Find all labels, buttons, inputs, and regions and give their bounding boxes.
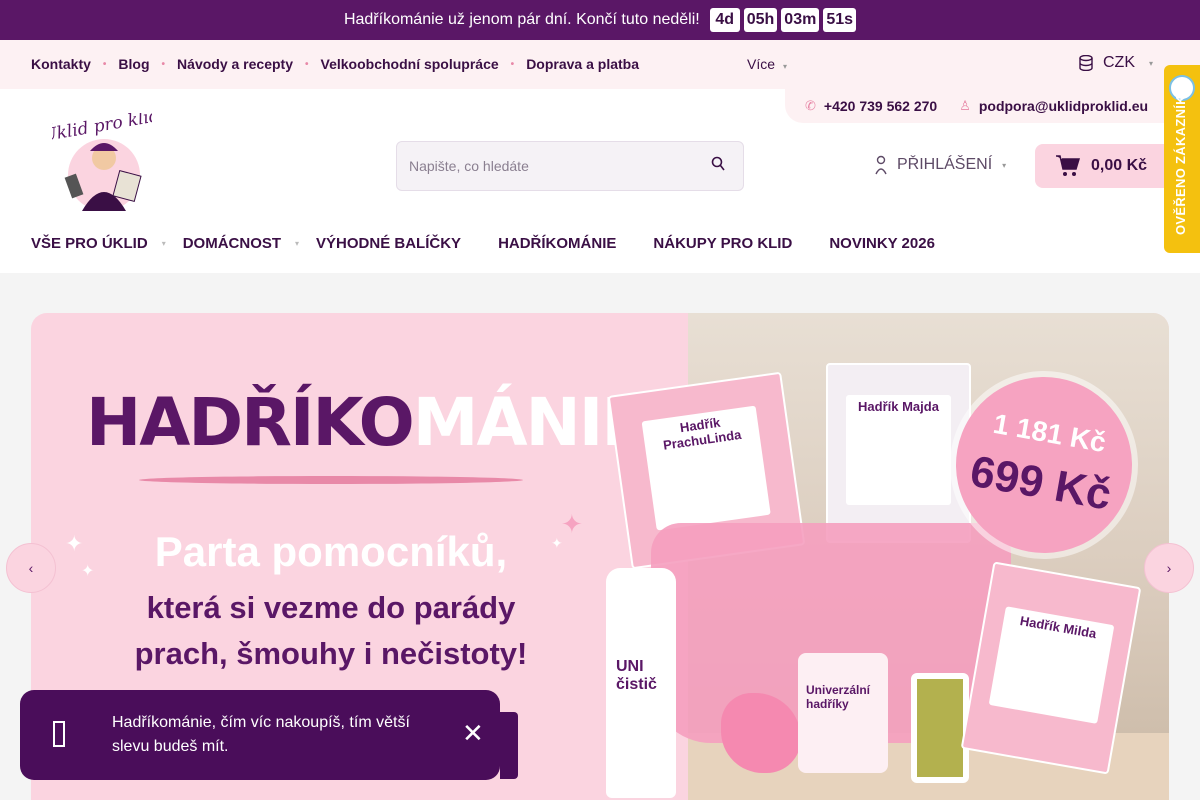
countdown-seconds: 51s: [823, 8, 857, 32]
product-label: Univerzální hadříky: [806, 683, 871, 711]
link-label: Blog: [118, 56, 150, 72]
nav-nakupy-pro-klid[interactable]: NÁKUPY PRO KLID: [653, 235, 792, 252]
hero-subline: která si vezme do parády prach, šmouhy i…: [31, 585, 631, 677]
verified-text: OVĚŘENO ZÁKAZNÍKY: [1173, 86, 1188, 235]
logo-graphic: Úklid pro klid: [41, 105, 161, 211]
chevron-down-icon: ▾: [295, 239, 300, 248]
cart-icon: [1056, 155, 1081, 176]
chevron-down-icon: ▾: [1002, 160, 1007, 170]
hero-subline-2: prach, šmouhy i nečistoty!: [134, 636, 528, 671]
chevron-down-icon: ▾: [783, 62, 788, 71]
phone-link[interactable]: ✆ +420 739 562 270: [805, 98, 937, 114]
link-label: Kontakty: [31, 56, 91, 72]
hero-title: HADŘÍKOMÁNIE: [86, 390, 646, 456]
toast-close-icon[interactable]: ✕: [462, 720, 484, 746]
countdown: 4d 05h 03m 51s: [709, 8, 857, 32]
email-address: podpora@uklidproklid.eu: [978, 98, 1149, 114]
user-icon: ♙: [959, 98, 971, 113]
nav-vyhodne-balicky[interactable]: VÝHODNÉ BALÍČKY: [316, 235, 461, 252]
product-label: Hadřík PrachuLinda: [641, 405, 771, 531]
more-dropdown[interactable]: Více ▾: [747, 56, 787, 72]
nav-label: HADŘÍKOMÁNIE: [498, 235, 617, 252]
verified-badge[interactable]: OVĚŘENO ZÁKAZNÍKY: [1164, 65, 1200, 253]
chevron-left-icon: ‹: [28, 560, 34, 576]
currency-selector[interactable]: CZK ▾: [1079, 54, 1153, 72]
toast-message: Hadříkománie, čím víc nakoupíš, tím větš…: [112, 714, 410, 755]
nav-hadrikomanie[interactable]: HADŘÍKOMÁNIE: [498, 235, 616, 252]
countdown-hours: 05h: [743, 8, 778, 32]
product-sponge: [911, 673, 969, 783]
nav-label: DOMÁCNOST: [182, 235, 282, 252]
nav-domacnost[interactable]: DOMÁCNOST ▾: [182, 235, 299, 252]
coins-icon: [1079, 55, 1093, 71]
separator-dot: •: [510, 58, 515, 70]
nav-label: VÝHODNÉ BALÍČKY: [316, 235, 462, 252]
link-doprava[interactable]: Doprava a platba: [526, 56, 639, 72]
toast-edge: [500, 712, 518, 779]
link-label: Doprava a platba: [526, 56, 640, 72]
search-icon[interactable]: [711, 156, 725, 177]
login-button[interactable]: PŘIHLÁŠENÍ ▾: [875, 155, 1006, 175]
more-label: Více: [747, 56, 776, 72]
carousel-next-button[interactable]: ›: [1144, 543, 1194, 593]
chevron-down-icon: ▾: [1149, 58, 1154, 68]
product-label: Hadřík Majda: [846, 395, 951, 505]
link-label: Návody a recepty: [177, 56, 293, 72]
promo-toast: Hadříkománie, čím víc nakoupíš, tím větš…: [20, 690, 500, 780]
carousel-prev-button[interactable]: ‹: [6, 543, 56, 593]
chevron-right-icon: ›: [1166, 560, 1172, 576]
countdown-days: 4d: [709, 8, 740, 32]
link-label: Velkoobchodní spolupráce: [320, 56, 499, 72]
search-box: [396, 141, 744, 191]
separator-dot: •: [161, 58, 166, 70]
chevron-down-icon: ▾: [161, 239, 166, 248]
product-label: UNI čistič: [616, 658, 657, 693]
site-logo[interactable]: Úklid pro klid: [41, 105, 161, 213]
header: ✆ +420 739 562 270 ♙ podpora@uklidprokli…: [0, 89, 1200, 273]
nav-label: NÁKUPY PRO KLID: [653, 235, 793, 252]
phone-icon: ✆: [805, 98, 816, 113]
promo-text: Hadříkománie už jenom pár dní. Končí tut…: [343, 11, 700, 28]
link-navody[interactable]: Návody a recepty •: [177, 56, 320, 72]
product-cloth-majda: Hadřík Majda: [826, 363, 971, 543]
gift-icon: [52, 720, 66, 755]
contact-strip: ✆ +420 739 562 270 ♙ podpora@uklidprokli…: [785, 89, 1170, 123]
utility-nav: Kontakty • Blog • Návody a recepty • Velkoo…: [0, 40, 1200, 89]
nav-novinky-2026[interactable]: NOVINKY 2026: [829, 235, 935, 252]
product-roll: Univerzální hadříky: [798, 653, 888, 773]
separator-dot: •: [102, 58, 107, 70]
countdown-minutes: 03m: [781, 8, 820, 32]
product-label: Hadřík Milda: [988, 606, 1115, 724]
email-link[interactable]: ♙ podpora@uklidproklid.eu: [959, 98, 1148, 114]
product-bottle: UNI čistič: [606, 568, 676, 798]
cart-total: 0,00 Kč: [1091, 157, 1148, 174]
link-kontakty[interactable]: Kontakty •: [31, 56, 118, 72]
cart-button[interactable]: 0,00 Kč: [1035, 144, 1170, 188]
main-nav: VŠE PRO ÚKLID ▾ DOMÁCNOST ▾ VÝHODNÉ BALÍČK…: [31, 235, 972, 252]
promo-bar: Hadříkománie už jenom pár dní. Končí tut…: [0, 0, 1200, 40]
nav-label: VŠE PRO ÚKLID: [31, 235, 148, 252]
link-blog[interactable]: Blog •: [118, 56, 177, 72]
link-velkoobchod[interactable]: Velkoobchodní spolupráce •: [321, 56, 527, 72]
user-icon: [875, 155, 887, 175]
hero-underline: [139, 476, 523, 484]
phone-number: +420 739 562 270: [823, 98, 938, 114]
search-input[interactable]: [409, 158, 699, 174]
nav-label: NOVINKY 2026: [829, 235, 935, 252]
separator-dot: •: [305, 58, 309, 70]
hero-subline-1: která si vezme do parády: [146, 590, 516, 625]
nav-vse-pro-uklid[interactable]: VŠE PRO ÚKLID ▾: [31, 235, 166, 252]
login-label: PŘIHLÁŠENÍ: [897, 156, 993, 173]
hero-title-part1: HADŘÍKO: [86, 384, 415, 461]
currency-label: CZK: [1103, 54, 1135, 71]
hero-headline: Parta pomocníků,: [154, 528, 508, 575]
